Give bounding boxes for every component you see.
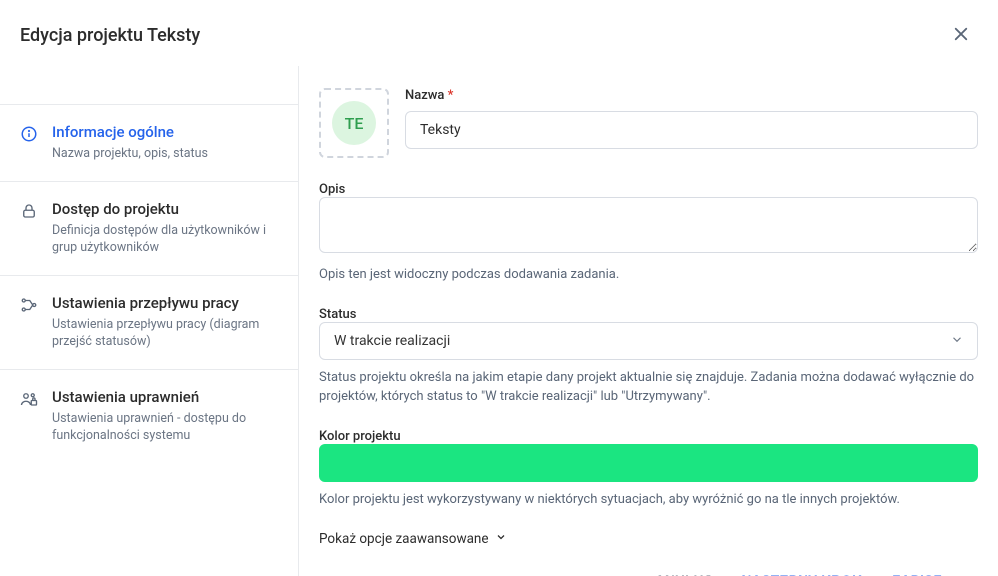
color-hint: Kolor projektu jest wykorzystywany w nie… bbox=[319, 490, 978, 510]
edit-project-dialog: Edycja projektu Teksty Informacje ogólne… bbox=[0, 0, 998, 576]
sidebar-item-desc: Nazwa projektu, opis, status bbox=[52, 145, 208, 163]
sidebar-item-permissions[interactable]: Ustawienia uprawnień Ustawienia uprawnie… bbox=[0, 370, 298, 463]
sidebar-item-label: Ustawienia uprawnień bbox=[52, 388, 278, 406]
lock-icon bbox=[20, 202, 38, 224]
color-label: Kolor projektu bbox=[319, 429, 401, 444]
desc-textarea[interactable] bbox=[319, 197, 978, 253]
form-content: TE Nazwa * Opis Opis ten jest widoczny p… bbox=[299, 66, 998, 576]
users-lock-icon bbox=[20, 390, 38, 412]
close-button[interactable] bbox=[948, 21, 974, 50]
sidebar-item-label: Dostęp do projektu bbox=[52, 200, 278, 218]
dialog-body: Informacje ogólne Nazwa projektu, opis, … bbox=[0, 66, 998, 576]
workflow-icon bbox=[20, 296, 38, 318]
cancel-button[interactable]: ANULUJ bbox=[651, 567, 716, 576]
sidebar-item-workflow[interactable]: Ustawienia przepływu pracy Ustawienia pr… bbox=[0, 276, 298, 370]
sidebar-item-desc: Definicja dostępów dla użytkowników i gr… bbox=[52, 222, 278, 257]
sidebar: Informacje ogólne Nazwa projektu, opis, … bbox=[0, 66, 299, 576]
status-select[interactable]: W trakcie realizacji bbox=[319, 322, 978, 360]
close-icon bbox=[952, 25, 970, 46]
avatar-upload[interactable]: TE bbox=[319, 88, 389, 158]
name-input[interactable] bbox=[405, 111, 978, 149]
dialog-footer: ANULUJ NASTĘPNY KROK ZAPISZ bbox=[319, 551, 978, 576]
desc-label: Opis bbox=[319, 182, 345, 197]
next-step-button[interactable]: NASTĘPNY KROK bbox=[738, 567, 867, 576]
name-label: Nazwa * bbox=[405, 88, 978, 103]
info-icon bbox=[20, 125, 38, 147]
sidebar-item-label: Informacje ogólne bbox=[52, 123, 208, 141]
avatar-initials: TE bbox=[332, 101, 376, 145]
status-label: Status bbox=[319, 307, 356, 322]
dialog-header: Edycja projektu Teksty bbox=[0, 0, 998, 66]
color-picker[interactable] bbox=[319, 444, 978, 482]
desc-hint: Opis ten jest widoczny podczas dodawania… bbox=[319, 265, 978, 285]
chevron-down-icon bbox=[495, 531, 507, 547]
sidebar-item-desc: Ustawienia przepływu pracy (diagram prze… bbox=[52, 316, 278, 351]
save-button[interactable]: ZAPISZ bbox=[888, 567, 946, 576]
dialog-title: Edycja projektu Teksty bbox=[20, 25, 200, 46]
sidebar-item-access[interactable]: Dostęp do projektu Definicja dostępów dl… bbox=[0, 182, 298, 276]
sidebar-item-label: Ustawienia przepływu pracy bbox=[52, 294, 278, 312]
sidebar-item-general[interactable]: Informacje ogólne Nazwa projektu, opis, … bbox=[0, 104, 298, 182]
sidebar-item-desc: Ustawienia uprawnień - dostępu do funkcj… bbox=[52, 410, 278, 445]
status-hint: Status projektu określa na jakim etapie … bbox=[319, 368, 978, 407]
required-indicator: * bbox=[448, 88, 454, 103]
advanced-toggle[interactable]: Pokaż opcje zaawansowane bbox=[319, 527, 507, 551]
